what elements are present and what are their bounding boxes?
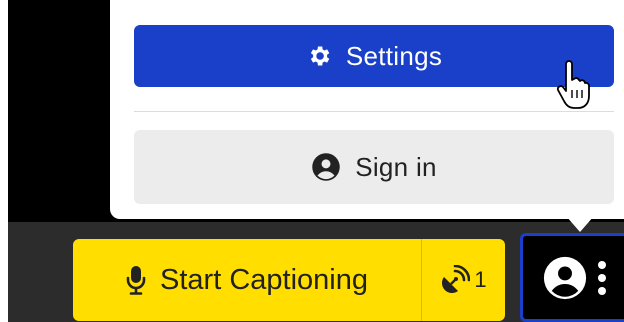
captioning-control-group: Start Captioning 1 — [73, 239, 505, 321]
settings-label: Settings — [345, 40, 443, 71]
profile-menu-button[interactable] — [520, 233, 624, 322]
hand-pointer-cursor — [556, 60, 590, 112]
left-edge — [0, 0, 8, 322]
start-captioning-button[interactable]: Start Captioning — [73, 239, 422, 321]
start-captioning-label: Start Captioning — [160, 263, 368, 296]
sign-in-button[interactable]: Sign in — [134, 130, 614, 204]
user-circle-icon — [311, 152, 341, 182]
popup-caret — [566, 216, 594, 232]
more-vertical-icon — [597, 258, 607, 298]
broadcast-button[interactable]: 1 — [422, 239, 505, 321]
settings-button[interactable]: Settings — [134, 25, 614, 87]
satellite-dish-icon — [440, 265, 471, 295]
sign-in-label: Sign in — [355, 151, 437, 182]
gear-icon — [306, 43, 332, 69]
broadcast-count: 1 — [474, 267, 487, 292]
menu-divider — [134, 111, 614, 112]
user-circle-icon — [543, 256, 587, 300]
microphone-icon — [126, 265, 146, 295]
